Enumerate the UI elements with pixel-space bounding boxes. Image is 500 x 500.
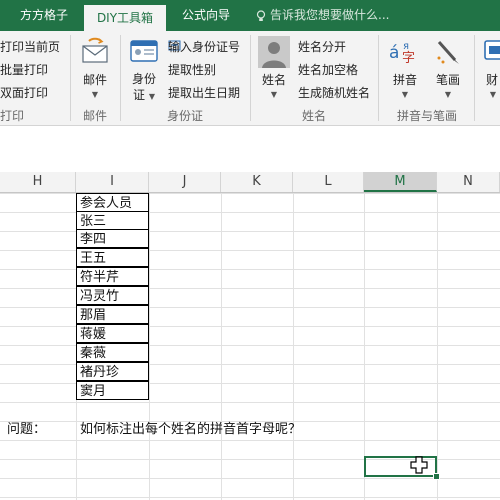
column-header-i[interactable]: I: [76, 172, 149, 192]
name-cell-header[interactable]: 参会人员: [76, 193, 149, 212]
split-name-item[interactable]: 姓名分开: [298, 38, 346, 55]
group-separator: [70, 35, 71, 121]
input-id-number-item[interactable]: 输入身份证号: [168, 38, 240, 55]
gridline: [437, 193, 438, 500]
column-header-m[interactable]: M: [364, 172, 437, 192]
column-header-n[interactable]: N: [437, 172, 500, 192]
stroke-dropdown-caret[interactable]: ▼: [433, 86, 463, 100]
tell-me-search[interactable]: 告诉我您想要做什么...: [256, 0, 389, 31]
id-button-label-bottom[interactable]: 证 ▼: [128, 86, 160, 103]
brush-icon[interactable]: [433, 38, 463, 66]
finance-dropdown-caret[interactable]: ▼: [486, 86, 500, 100]
svg-text:字: 字: [402, 51, 415, 66]
name-cell[interactable]: 王五: [76, 248, 149, 267]
cell-select-cursor-icon: [410, 456, 428, 474]
mail-group-label: 邮件: [82, 109, 107, 123]
extract-gender-item[interactable]: 提取性别: [168, 61, 216, 78]
gridline: [364, 193, 365, 500]
question-text-cell[interactable]: 如何标注出每个姓名的拼音首字母呢？: [77, 420, 377, 439]
gridline: [149, 193, 150, 500]
group-separator: [250, 35, 251, 121]
random-name-item[interactable]: 生成随机姓名: [298, 84, 370, 101]
gridline: [293, 193, 294, 500]
group-separator: [120, 35, 121, 121]
ribbon-panel: 打印当前页 批量打印 双面打印 打印 邮件 ▼ 邮件 身份 证 ▼ 输入身份证号…: [0, 31, 500, 126]
print-current-page-item[interactable]: 打印当前页: [0, 38, 60, 55]
name-cell[interactable]: 那眉: [76, 305, 149, 324]
extract-birthdate-item[interactable]: 提取出生日期: [168, 84, 240, 101]
question-label-cell[interactable]: 问题：: [4, 420, 76, 439]
id-button-label-bottom-text: 证: [133, 88, 146, 102]
ribbon-tab-bar: 方方格子 DIY工具箱 公式向导 告诉我您想要做什么...: [0, 0, 500, 31]
worksheet-grid[interactable]: [0, 193, 500, 500]
group-separator: [378, 35, 379, 121]
person-icon[interactable]: [258, 36, 290, 68]
duplex-print-item[interactable]: 双面打印: [0, 84, 48, 101]
batch-print-item[interactable]: 批量打印: [0, 61, 48, 78]
tell-me-text: 告诉我您想要做什么...: [270, 8, 390, 22]
tab-diy-toolbox[interactable]: DIY工具箱: [84, 5, 166, 31]
pinyin-group-label: 拼音与笔画: [396, 109, 457, 123]
id-button-label-top[interactable]: 身份: [128, 70, 160, 87]
svg-text:á: á: [389, 43, 399, 63]
id-group-label: 身份证: [166, 109, 203, 123]
print-group-label: 打印: [0, 109, 25, 123]
column-header-h[interactable]: H: [0, 172, 76, 192]
formula-bar-area: [0, 126, 500, 172]
fill-handle[interactable]: [433, 473, 440, 480]
tab-fangfang[interactable]: 方方格子: [10, 0, 78, 31]
column-header-row: H I J K L M N: [0, 172, 500, 193]
lightbulb-icon: [256, 9, 266, 21]
group-separator: [474, 35, 475, 121]
id-card-icon[interactable]: [130, 39, 158, 63]
name-cell[interactable]: 张三: [76, 211, 149, 230]
name-group-label: 姓名: [301, 109, 326, 123]
finance-icon[interactable]: [484, 39, 500, 63]
name-cell[interactable]: 蒋媛: [76, 324, 149, 343]
mail-icon[interactable]: [80, 37, 110, 65]
name-dropdown-caret[interactable]: ▼: [258, 86, 290, 100]
column-header-j[interactable]: J: [149, 172, 221, 192]
name-cell[interactable]: 李四: [76, 229, 149, 248]
column-header-k[interactable]: K: [221, 172, 293, 192]
svg-text:я: я: [403, 41, 409, 52]
name-cell[interactable]: 秦薇: [76, 343, 149, 362]
name-cell[interactable]: 冯灵竹: [76, 286, 149, 305]
name-cell[interactable]: 褚丹珍: [76, 362, 149, 381]
name-cell[interactable]: 窦月: [76, 381, 149, 400]
name-cell[interactable]: 符半芹: [76, 267, 149, 286]
column-header-l[interactable]: L: [293, 172, 364, 192]
pinyin-icon[interactable]: á 字 я: [388, 38, 418, 66]
pinyin-dropdown-caret[interactable]: ▼: [388, 86, 422, 100]
gridline: [221, 193, 222, 500]
name-add-space-item[interactable]: 姓名加空格: [298, 61, 358, 78]
mail-dropdown-caret[interactable]: ▼: [80, 86, 110, 100]
tab-formula-wizard[interactable]: 公式向导: [172, 0, 240, 31]
